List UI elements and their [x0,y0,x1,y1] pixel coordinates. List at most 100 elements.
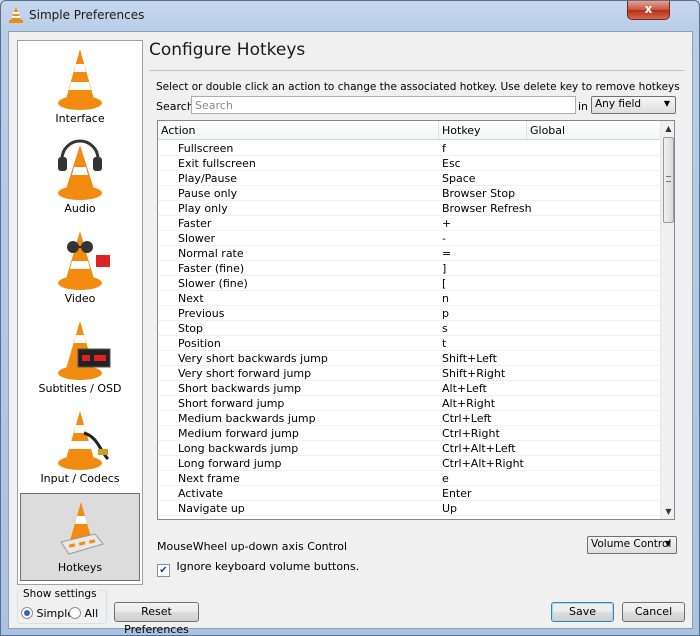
sidebar-item-subtitles[interactable]: Subtitles / OSD [20,313,140,401]
column-header-global[interactable]: Global [530,124,565,137]
cancel-button[interactable]: Cancel [622,602,685,622]
hotkey-value: Down [442,517,473,519]
column-header-hotkey[interactable]: Hotkey [442,124,481,137]
table-row[interactable]: Short backwards jump Alt+Left [158,381,660,396]
table-row[interactable]: Next n [158,291,660,306]
hotkey-action: Navigate down [178,517,261,519]
table-row[interactable]: Fullscreen f [158,141,660,156]
subtitles-cone-icon [58,321,111,380]
ignore-volume-checkbox[interactable]: ✔ [157,564,170,577]
hotkey-value: Esc [442,157,461,170]
hotkey-value: p [442,307,449,320]
table-row[interactable]: Medium backwards jump Ctrl+Left [158,411,660,426]
table-row[interactable]: Activate Enter [158,486,660,501]
table-row[interactable]: Navigate down Down [158,516,660,519]
table-row[interactable]: Previous p [158,306,660,321]
table-row[interactable]: Very short forward jump Shift+Right [158,366,660,381]
sidebar-item-interface[interactable]: Interface [20,43,140,131]
hotkey-action: Medium backwards jump [178,412,316,425]
sidebar-item-audio[interactable]: Audio [20,133,140,221]
cable-cone-icon [58,411,110,470]
table-row[interactable]: Navigate up Up [158,501,660,516]
search-input[interactable] [191,96,576,114]
table-row[interactable]: Normal rate = [158,246,660,261]
hotkey-action: Short backwards jump [178,382,302,395]
title-bar[interactable]: Simple Preferences x [1,1,699,29]
hotkey-action: Slower (fine) [178,277,248,290]
table-row[interactable]: Short forward jump Alt+Right [158,396,660,411]
hotkey-action: Very short backwards jump [178,352,328,365]
show-settings-legend: Show settings [21,588,99,600]
column-divider[interactable] [526,121,527,139]
ignore-volume-option[interactable]: ✔ Ignore keyboard volume buttons. [157,560,359,577]
hotkey-action: Position [178,337,221,350]
in-label: in [578,100,589,113]
table-row[interactable]: Medium forward jump Ctrl+Right [158,426,660,441]
hotkey-action: Next frame [178,472,240,485]
preferences-window: Simple Preferences x Interface Audio Vid… [0,0,700,636]
table-row[interactable]: Long backwards jump Ctrl+Alt+Left [158,441,660,456]
hotkey-value: Ctrl+Right [442,427,500,440]
page-title: Configure Hotkeys [149,40,306,60]
sidebar-item-label: Video [64,292,96,305]
table-row[interactable]: Stop s [158,321,660,336]
sidebar-item-input-codecs[interactable]: Input / Codecs [20,403,140,491]
vlc-app-icon [9,7,23,23]
keyboard-cone-icon [60,502,104,555]
hotkey-value: Up [442,502,458,515]
scrollbar-thumb[interactable] [663,137,674,223]
table-row[interactable]: Faster (fine)] [158,261,660,276]
hotkey-value: Shift+Right [442,367,506,380]
hotkey-action: Play/Pause [178,172,237,185]
table-row[interactable]: Pause only Browser Stop [158,186,660,201]
sidebar-item-video[interactable]: Video [20,223,140,311]
sidebar-item-hotkeys[interactable]: Hotkeys [20,493,140,581]
radio-option-all[interactable]: All [69,607,98,620]
column-divider[interactable] [438,121,439,139]
table-row[interactable]: Next frame e [158,471,660,486]
hotkey-value: s [442,322,448,335]
save-button[interactable]: Save [551,602,614,622]
hotkey-value: Ctrl+Alt+Right [442,457,524,470]
hotkey-action: Very short forward jump [178,367,312,380]
table-row[interactable]: Faster + [158,216,660,231]
table-row[interactable]: Exit fullscreen Esc [158,156,660,171]
sidebar-item-label: Interface [55,112,105,125]
hotkey-value: Enter [442,487,472,500]
hotkey-action: Navigate up [178,502,245,515]
table-scrollbar[interactable]: ▲ ▼ [660,121,674,519]
chevron-down-icon: ▼ [663,99,670,108]
table-row[interactable]: Position t [158,336,660,351]
table-row[interactable]: Slower - [158,231,660,246]
sidebar-item-label: Audio [64,202,96,215]
hotkey-value: Ctrl+Alt+Left [442,442,516,455]
search-field-select[interactable]: Any field ▼ [591,96,676,114]
hotkey-action: Previous [178,307,225,320]
glasses-cone-icon [58,231,110,290]
hotkey-action: Long forward jump [178,457,282,470]
grip-icon [666,176,671,182]
category-list: Interface Audio Video Subtitles / OSD In… [17,40,143,585]
table-row[interactable]: Very short backwards jump Shift+Left [158,351,660,366]
hotkey-value: ] [442,262,447,275]
column-header-action[interactable]: Action [161,124,195,137]
search-field-value: Any field [595,98,642,110]
hotkey-action: Faster [178,217,212,230]
hotkey-value: Browser Refresh [442,202,532,215]
table-row[interactable]: Slower (fine) [ [158,276,660,291]
mousewheel-select[interactable]: Volume Control ▼ [587,536,677,554]
reset-preferences-button[interactable]: Reset Preferences [114,602,199,635]
close-button[interactable]: x [627,1,670,20]
mousewheel-label: MouseWheel up-down axis Control [157,540,348,553]
sidebar-item-label: Input / Codecs [40,472,120,485]
scroll-up-icon[interactable]: ▲ [661,121,674,136]
table-row[interactable]: Play only Browser Refresh [158,201,660,216]
table-row[interactable]: Long forward jump Ctrl+Alt+Right [158,456,660,471]
title-divider [149,70,684,71]
radio-all[interactable] [69,607,81,619]
radio-simple[interactable] [21,607,33,619]
scroll-down-icon[interactable]: ▼ [661,504,674,519]
table-row[interactable]: Play/Pause Space [158,171,660,186]
radio-option-simple[interactable]: Simple [21,607,74,620]
hotkey-value: t [442,337,447,350]
